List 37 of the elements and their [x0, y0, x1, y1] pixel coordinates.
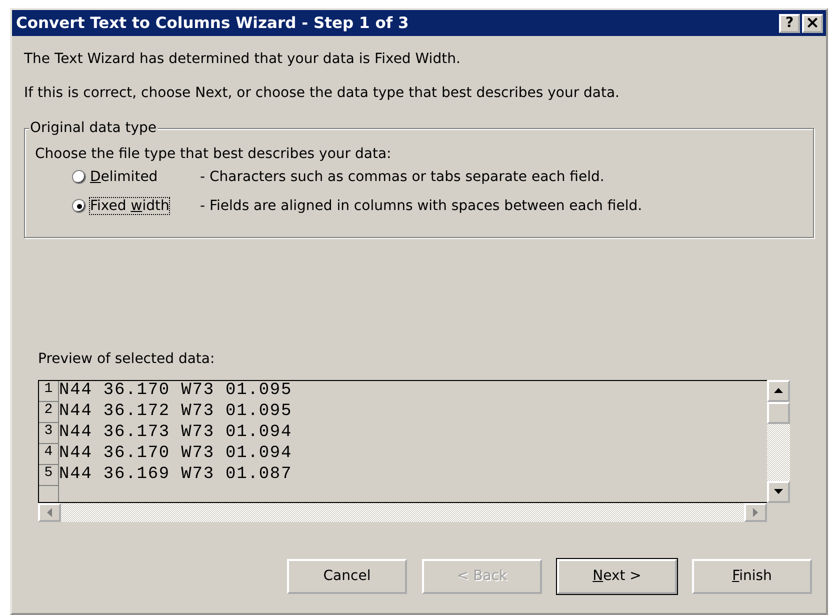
data-row: N44 36.169 W73 01.087: [59, 465, 292, 486]
data-row: N44 36.172 W73 01.095: [59, 402, 292, 422]
data-row: N44 36.170 W73 01.094: [59, 444, 292, 464]
close-button[interactable]: ×: [802, 14, 823, 32]
group-prompt: Choose the file type that best describes your data:: [35, 146, 392, 163]
right-arrow-icon: [753, 508, 758, 517]
preview-label: Preview of selected data:: [38, 351, 216, 368]
group-legend: Original data type: [29, 120, 158, 137]
option-description: - Fields are aligned in columns with spaces between each field.: [200, 198, 642, 215]
row-number: 5: [39, 464, 59, 486]
down-arrow-icon: [774, 489, 783, 494]
vertical-scrollbar[interactable]: [767, 380, 790, 503]
intro-text: If this is correct, choose Next, or choose the data type that best describes your data.: [24, 84, 621, 102]
left-arrow-icon: [47, 508, 52, 517]
scroll-thumb[interactable]: [767, 402, 790, 424]
scroll-left-button[interactable]: [38, 502, 61, 522]
radio-button[interactable]: [72, 199, 86, 214]
radio-button[interactable]: [72, 170, 86, 184]
scroll-right-button[interactable]: [744, 502, 767, 522]
up-arrow-icon: [774, 388, 783, 394]
window-title: Convert Text to Columns Wizard - Step 1 of 3: [16, 14, 409, 32]
row-number: 2: [39, 402, 59, 423]
option-label[interactable]: Delimited: [90, 168, 158, 185]
scroll-down-button[interactable]: [767, 480, 790, 503]
wizard-button[interactable]: Next >: [557, 558, 677, 594]
option-description: - Characters such as commas or tabs separate each field.: [200, 168, 604, 186]
data-row: N44 36.170 W73 01.095: [59, 381, 292, 402]
row-number: 3: [39, 422, 59, 444]
help-button[interactable]: ?: [779, 14, 800, 32]
wizard-button[interactable]: Finish: [692, 558, 812, 594]
data-row: N44 36.173 W73 01.094: [59, 423, 292, 444]
wizard-button[interactable]: Cancel: [287, 558, 407, 594]
row-number: 1: [39, 380, 59, 402]
intro-text: The Text Wizard has determined that your data is Fixed Width.: [24, 51, 462, 68]
option-label[interactable]: Fixed width: [90, 198, 170, 214]
row-number: 4: [39, 444, 59, 465]
scroll-up-button[interactable]: [767, 380, 790, 402]
